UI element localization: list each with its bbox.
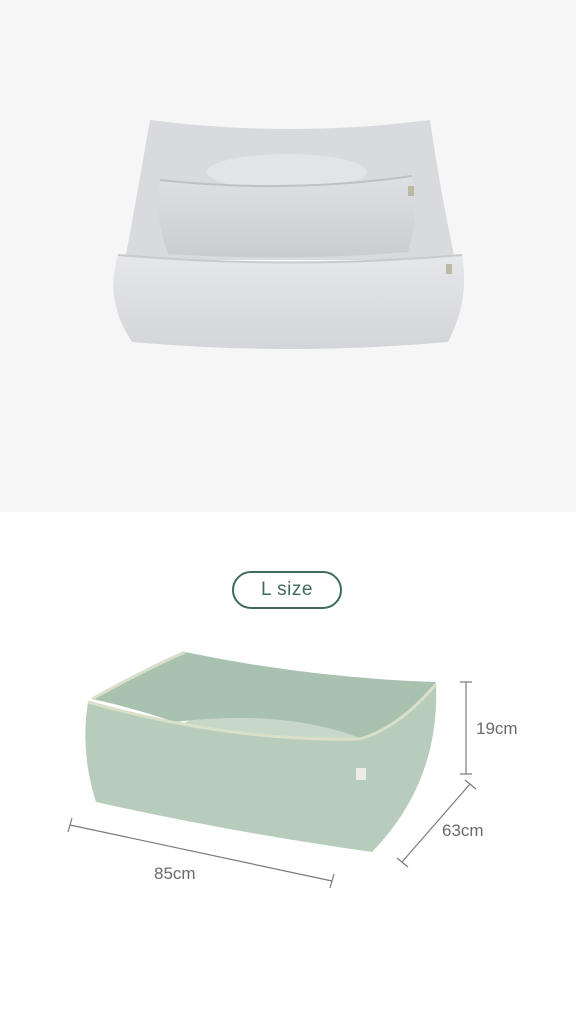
stacked-beds-illustration [113, 120, 465, 349]
size-diagram: L size 19cm 63cm 85cm [0, 512, 576, 1024]
small-bed-tag [408, 186, 414, 196]
width-label: 85cm [154, 864, 196, 883]
small-bed-front [158, 176, 416, 258]
height-label: 19cm [476, 719, 518, 738]
size-badge: L size [232, 571, 342, 609]
bed-tag [356, 768, 366, 780]
depth-label: 63cm [442, 821, 484, 840]
stacked-beds-photo [0, 0, 576, 512]
large-bed-front [113, 255, 465, 349]
large-bed-tag [446, 264, 452, 274]
